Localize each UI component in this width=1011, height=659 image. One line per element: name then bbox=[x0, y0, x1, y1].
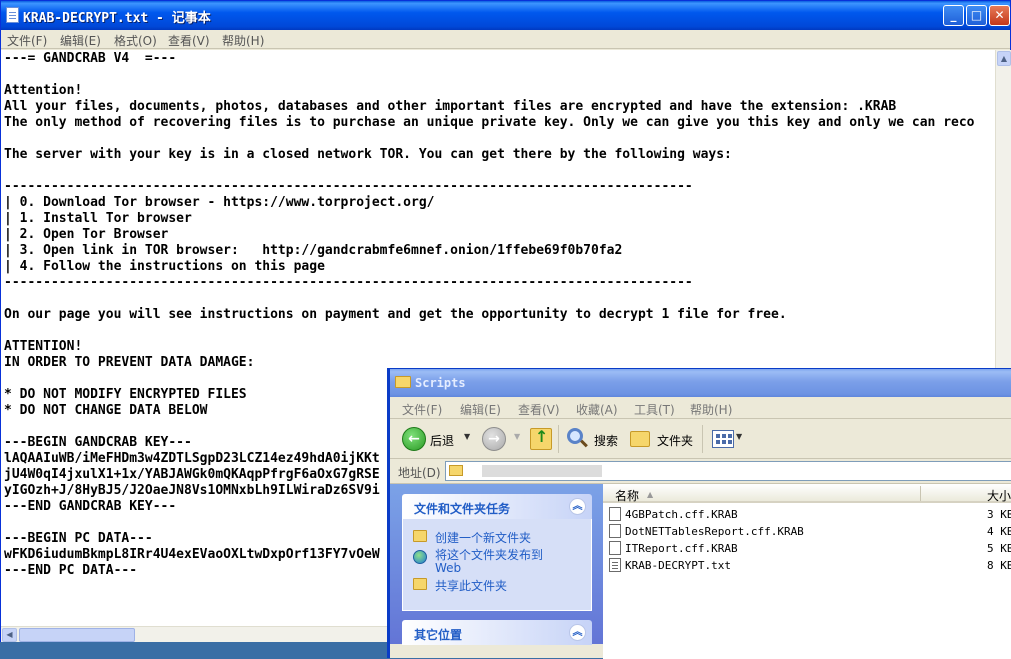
note-line: ----------------------------------------… bbox=[4, 275, 693, 290]
explorer-menu-view[interactable]: 查看(V) bbox=[518, 401, 560, 418]
text-file-icon bbox=[609, 558, 621, 572]
explorer-window: Scripts 文件(F) 编辑(E) 查看(V) 收藏(A) 工具(T) 帮助… bbox=[387, 368, 1011, 659]
file-row[interactable]: 4GBPatch.cff.KRAB 3 KB bbox=[607, 506, 1011, 523]
explorer-menu-favorites[interactable]: 收藏(A) bbox=[576, 401, 618, 418]
folders-icon[interactable] bbox=[630, 431, 650, 447]
notepad-menu-bar: 文件(F) 编辑(E) 格式(O) 查看(V) 帮助(H) bbox=[1, 30, 1010, 49]
other-places-header[interactable]: 其它位置 ︽ bbox=[402, 620, 592, 645]
notepad-title-bar[interactable]: KRAB-DECRYPT.txt - 记事本 _ □ ✕ bbox=[1, 1, 1010, 30]
note-line: | 0. Download Tor browser - https://www.… bbox=[4, 195, 435, 210]
note-line: Attention! bbox=[4, 83, 83, 98]
explorer-window-title: Scripts bbox=[415, 376, 466, 390]
note-line: ---= GANDCRAB V4 =--- bbox=[4, 51, 177, 66]
file-list-header: 名称 ▲ 大小 bbox=[603, 484, 1011, 503]
explorer-toolbar: ← 后退 ▼ → ▼ 搜索 文件夹 ▼ bbox=[390, 419, 1011, 459]
explorer-menu-bar: 文件(F) 编辑(E) 查看(V) 收藏(A) 工具(T) 帮助(H) bbox=[390, 397, 1011, 419]
file-row[interactable]: KRAB-DECRYPT.txt 8 KB bbox=[607, 557, 1011, 574]
file-icon bbox=[609, 507, 621, 521]
note-line: On our page you will see instructions on… bbox=[4, 307, 787, 322]
address-label: 地址(D) bbox=[398, 466, 441, 480]
note-line bbox=[4, 67, 975, 83]
collapse-chevron-icon[interactable]: ︽ bbox=[569, 624, 586, 641]
note-line: | 2. Open Tor Browser bbox=[4, 227, 169, 242]
maximize-button[interactable]: □ bbox=[966, 5, 987, 26]
address-path-blurred bbox=[482, 465, 602, 477]
back-button-label[interactable]: 后退 bbox=[430, 432, 454, 449]
file-folder-tasks-body: 创建一个新文件夹 将这个文件夹发布到 Web 共享此文件夹 bbox=[402, 519, 592, 611]
file-row[interactable]: ITReport.cff.KRAB 5 KB bbox=[607, 540, 1011, 557]
forward-dropdown-icon[interactable]: ▼ bbox=[514, 432, 520, 441]
menu-format[interactable]: 格式(O) bbox=[114, 32, 157, 49]
folder-up-icon[interactable] bbox=[530, 427, 552, 450]
note-line: ----------------------------------------… bbox=[4, 179, 693, 194]
note-line bbox=[4, 131, 975, 147]
scroll-up-icon[interactable]: ▲ bbox=[997, 51, 1011, 66]
explorer-title-bar[interactable]: Scripts bbox=[390, 369, 1011, 397]
note-line bbox=[4, 323, 975, 339]
file-icon bbox=[609, 524, 621, 538]
close-button[interactable]: ✕ bbox=[989, 5, 1010, 26]
views-icon[interactable] bbox=[712, 430, 734, 448]
file-row[interactable]: DotNETTablesReport.cff.KRAB 4 KB bbox=[607, 523, 1011, 540]
address-input[interactable] bbox=[445, 461, 1011, 481]
note-line: | 3. Open link in TOR browser: http://ga… bbox=[4, 243, 623, 258]
note-line: | 4. Follow the instructions on this pag… bbox=[4, 259, 325, 274]
search-icon[interactable] bbox=[567, 428, 583, 444]
other-places-panel: 其它位置 ︽ bbox=[402, 620, 592, 645]
explorer-menu-file[interactable]: 文件(F) bbox=[402, 401, 442, 418]
notepad-window-title: KRAB-DECRYPT.txt - 记事本 bbox=[23, 11, 211, 26]
toolbar-separator bbox=[702, 425, 703, 453]
menu-help[interactable]: 帮助(H) bbox=[222, 32, 264, 49]
menu-view[interactable]: 查看(V) bbox=[168, 32, 210, 49]
menu-file[interactable]: 文件(F) bbox=[7, 32, 47, 49]
note-line: ATTENTION! bbox=[4, 339, 83, 354]
scroll-left-icon[interactable]: ◀ bbox=[2, 628, 17, 642]
address-bar: 地址(D) bbox=[390, 459, 1011, 484]
sort-arrow-icon: ▲ bbox=[647, 490, 654, 499]
column-name[interactable]: 名称 bbox=[615, 487, 639, 504]
back-arrow-icon[interactable]: ← bbox=[402, 427, 426, 451]
other-places-title: 其它位置 bbox=[414, 628, 463, 642]
folders-button-label[interactable]: 文件夹 bbox=[657, 432, 693, 449]
note-line: The server with your key is in a closed … bbox=[4, 147, 732, 162]
note-line: The only method of recovering files is t… bbox=[4, 115, 975, 130]
task-pane: 文件和文件夹任务 ︽ 创建一个新文件夹 将这个文件夹发布到 Web 共享此文件夹 bbox=[390, 484, 603, 645]
file-list: 名称 ▲ 大小 4GBPatch.cff.KRAB 3 KB DotNETTab… bbox=[603, 484, 1011, 659]
minimize-button[interactable]: _ bbox=[943, 5, 964, 26]
column-divider[interactable] bbox=[920, 486, 921, 501]
file-folder-tasks-panel: 文件和文件夹任务 ︽ 创建一个新文件夹 将这个文件夹发布到 Web 共享此文件夹 bbox=[402, 494, 592, 611]
toolbar-separator bbox=[558, 425, 559, 453]
explorer-menu-tools[interactable]: 工具(T) bbox=[634, 401, 675, 418]
column-size[interactable]: 大小 bbox=[987, 487, 1011, 504]
horizontal-scroll-thumb[interactable] bbox=[19, 628, 135, 642]
file-icon bbox=[609, 541, 621, 555]
file-folder-tasks-title: 文件和文件夹任务 bbox=[414, 502, 511, 516]
views-dropdown-icon[interactable]: ▼ bbox=[736, 432, 742, 441]
search-button-label[interactable]: 搜索 bbox=[594, 432, 618, 449]
note-line: All your files, documents, photos, datab… bbox=[4, 99, 897, 114]
explorer-menu-edit[interactable]: 编辑(E) bbox=[460, 401, 501, 418]
share-folder-icon bbox=[413, 578, 427, 590]
note-line bbox=[4, 163, 975, 179]
explorer-menu-help[interactable]: 帮助(H) bbox=[690, 401, 732, 418]
file-folder-tasks-header[interactable]: 文件和文件夹任务 ︽ bbox=[402, 494, 592, 519]
back-dropdown-icon[interactable]: ▼ bbox=[464, 432, 470, 441]
collapse-chevron-icon[interactable]: ︽ bbox=[569, 498, 586, 515]
address-folder-icon bbox=[449, 465, 463, 476]
publish-web-icon bbox=[413, 550, 427, 564]
notepad-document-icon bbox=[6, 7, 19, 23]
new-folder-icon bbox=[413, 530, 427, 542]
forward-arrow-icon[interactable]: → bbox=[482, 427, 506, 451]
folder-icon bbox=[395, 376, 411, 388]
note-line: | 1. Install Tor browser bbox=[4, 211, 192, 226]
menu-edit[interactable]: 编辑(E) bbox=[60, 32, 101, 49]
note-line bbox=[4, 291, 975, 307]
